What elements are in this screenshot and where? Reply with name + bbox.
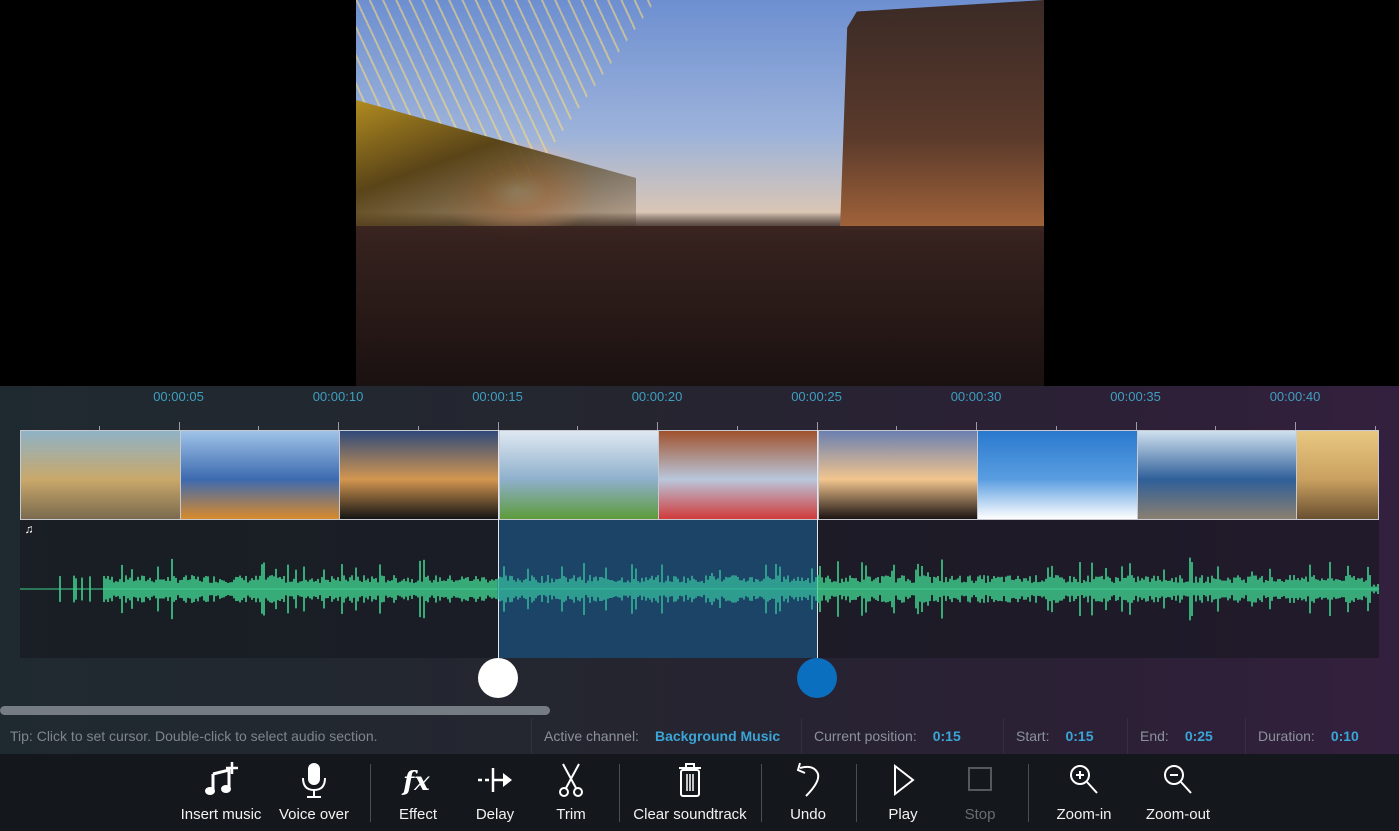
thumbnail-monorail-emp[interactable] — [659, 431, 819, 519]
undo-label: Undo — [790, 806, 826, 823]
zoom-out-label: Zoom-out — [1145, 806, 1211, 823]
clear-soundtrack-label: Clear soundtrack — [633, 806, 747, 823]
insert-music-button[interactable]: Insert music — [178, 754, 264, 831]
insert-music-label: Insert music — [180, 806, 262, 823]
active-channel-label: Active channel: — [544, 728, 639, 744]
thumbnail-beach-sailboats[interactable] — [1137, 431, 1297, 519]
audio-waveform — [20, 557, 1379, 621]
play-label: Play — [888, 806, 918, 823]
ruler-tick-label: 00:00:25 — [791, 389, 842, 404]
svg-text:fx: fx — [401, 767, 430, 797]
toolbar: Insert music Voice over fx Effect Delay — [0, 754, 1399, 831]
preview-building — [840, 0, 1044, 230]
current-position-value: 0:15 — [932, 728, 961, 744]
timeline-horizontal-scrollbar[interactable] — [0, 706, 550, 715]
clear-soundtrack-button[interactable]: Clear soundtrack — [631, 754, 749, 831]
toolbar-separator — [370, 764, 371, 822]
play-icon — [883, 760, 923, 800]
undo-icon — [788, 760, 828, 800]
video-thumbnail-strip[interactable] — [20, 430, 1379, 520]
duration-field: Duration: 0:10 — [1246, 718, 1386, 754]
ruler-tick-label: 00:00:20 — [631, 389, 683, 404]
audio-editor-app: 00:00:05 00:00:10 00:00:15 00:00:20 00:00:25… — [0, 0, 1399, 831]
thumbnail-seattle-skyline-space-needle[interactable] — [21, 431, 181, 519]
ruler-tick-label: 00:00:35 — [1110, 389, 1161, 404]
start-field: Start: 0:15 — [1004, 718, 1128, 754]
thumbnail-ferris-wheel-sunset[interactable] — [340, 431, 500, 519]
zoom-in-label: Zoom-in — [1056, 806, 1112, 823]
preview-image — [356, 0, 1044, 386]
trim-label: Trim — [556, 806, 586, 823]
thumbnail-airshow-planes[interactable] — [978, 431, 1138, 519]
time-ruler[interactable]: 00:00:05 00:00:10 00:00:15 00:00:20 00:00:25… — [0, 386, 1399, 431]
ruler-tick-label: 00:00:05 — [153, 389, 204, 404]
undo-button[interactable]: Undo — [784, 754, 832, 831]
end-label: End: — [1140, 728, 1169, 744]
duration-value: 0:10 — [1330, 728, 1359, 744]
toolbar-separator — [1028, 764, 1029, 822]
end-field: End: 0:25 — [1128, 718, 1246, 754]
effect-label: Effect — [398, 806, 438, 823]
start-value: 0:15 — [1065, 728, 1094, 744]
trim-button[interactable]: Trim — [548, 754, 594, 831]
status-bar: Tip: Click to set cursor. Double-click t… — [0, 718, 1399, 754]
tip-text: Tip: Click to set cursor. Double-click t… — [0, 718, 532, 754]
music-note-icon: ♫ — [20, 520, 38, 538]
toolbar-separator — [619, 764, 620, 822]
selection-handles — [0, 658, 1399, 708]
zoom-in-icon — [1064, 760, 1104, 800]
thumbnail-sunset-beach[interactable] — [1297, 431, 1378, 519]
toolbar-separator — [761, 764, 762, 822]
delay-arrow-icon — [475, 760, 515, 800]
current-position-label: Current position: — [814, 728, 917, 744]
delay-label: Delay — [475, 806, 515, 823]
voice-over-button[interactable]: Voice over — [276, 754, 352, 831]
current-position-field: Current position: 0:15 — [802, 718, 1004, 754]
preview-crowd — [356, 226, 1044, 386]
duration-label: Duration: — [1258, 728, 1315, 744]
start-label: Start: — [1016, 728, 1050, 744]
voice-over-label: Voice over — [278, 806, 350, 823]
thumbnail-glass-house-chihuly[interactable] — [180, 431, 340, 519]
thumbnail-concert-crowd[interactable] — [818, 431, 978, 519]
video-preview — [0, 0, 1399, 386]
selection-end-handle[interactable] — [796, 658, 837, 698]
end-value: 0:25 — [1184, 728, 1213, 744]
timeline[interactable]: 00:00:05 00:00:10 00:00:15 00:00:20 00:00:25… — [0, 386, 1399, 754]
zoom-out-icon — [1158, 760, 1198, 800]
thumbnail-lake-union-park[interactable] — [499, 431, 659, 519]
scissors-icon — [551, 760, 591, 800]
microphone-icon — [294, 760, 334, 800]
effect-button[interactable]: fx Effect — [393, 754, 443, 831]
active-channel-field: Active channel: Background Music — [532, 718, 802, 754]
fx-icon: fx — [398, 760, 438, 800]
delay-button[interactable]: Delay — [470, 754, 520, 831]
stop-button[interactable]: Stop — [957, 754, 1003, 831]
trash-icon — [670, 760, 710, 800]
music-note-add-icon — [201, 760, 241, 800]
play-button[interactable]: Play — [880, 754, 926, 831]
toolbar-separator — [856, 764, 857, 822]
audio-track[interactable]: ♫ — [20, 430, 1379, 658]
ruler-tick-label: 00:00:15 — [472, 389, 523, 404]
ruler-tick-label: 00:00:30 — [950, 389, 1002, 404]
stop-icon — [960, 760, 1000, 800]
selection-start-handle[interactable] — [477, 658, 518, 698]
ruler-tick-label: 00:00:40 — [1269, 389, 1321, 404]
active-channel-value[interactable]: Background Music — [655, 728, 780, 744]
ruler-tick-label: 00:00:10 — [312, 389, 364, 404]
zoom-out-button[interactable]: Zoom-out — [1140, 754, 1216, 831]
zoom-in-button[interactable]: Zoom-in — [1050, 754, 1118, 831]
stop-label: Stop — [964, 806, 996, 823]
